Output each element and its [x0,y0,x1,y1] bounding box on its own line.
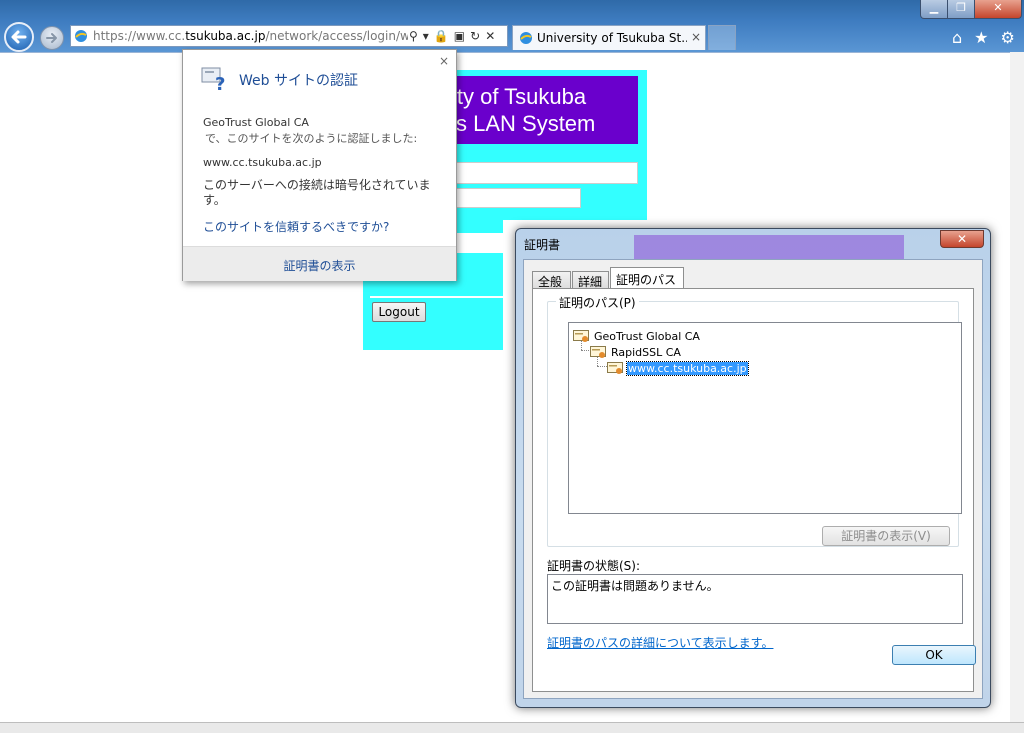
site-identification-popup: ? Web サイトの認証 × GeoTrust Global CA で、このサイ… [182,49,457,281]
tab-certification-path[interactable]: 証明のパス [610,267,684,289]
path-node-intermediate[interactable]: RapidSSL CA [590,344,682,360]
view-certificate-button[interactable]: 証明書の表示(V) [822,526,950,546]
tree-line [597,366,607,367]
minimize-button[interactable]: ▁ [920,0,948,19]
view-certificate-link[interactable]: 証明書の表示 [183,257,456,274]
browser-chrome: ▁ ❐ ✕ https://www.cc.tsukuba.ac.jp/netwo… [0,0,1024,53]
certificate-icon [607,361,623,374]
page-field-2[interactable] [455,188,581,208]
popup-title: Web サイトの認証 [239,73,358,89]
scrollbar[interactable] [1010,52,1024,722]
site-name: www.cc.tsukuba.ac.jp [203,156,322,169]
status-textbox[interactable]: この証明書は問題ありません。 [547,574,963,624]
compat-view-icon[interactable]: ▣ [454,28,465,44]
stop-icon[interactable]: ✕ [485,28,495,44]
issuer-name: GeoTrust Global CA [203,116,309,129]
favorites-star-icon[interactable]: ★ [974,28,988,47]
refresh-icon[interactable]: ↻ [470,28,480,44]
page-divider [370,296,503,298]
tab-details[interactable]: 詳細 [572,271,609,289]
dialog-title: 証明書 [524,238,561,252]
logout-button[interactable]: Logout [372,302,426,322]
gear-icon[interactable]: ⚙ [1001,28,1015,47]
ok-button[interactable]: OK [892,645,976,665]
address-bar[interactable]: https://www.cc.tsukuba.ac.jp/network/acc… [70,25,508,47]
certificate-icon [590,345,606,358]
certificate-path-tree[interactable]: GeoTrust Global CA RapidSSL CA www.cc.ts… [568,322,962,514]
certificate-question-icon: ? [201,67,225,91]
path-node-leaf[interactable]: www.cc.tsukuba.ac.jp [607,360,749,376]
address-text[interactable]: https://www.cc.tsukuba.ac.jp/network/acc… [93,29,408,43]
home-icon[interactable]: ⌂ [952,28,962,47]
svg-text:?: ? [215,74,225,91]
back-arrow-icon [11,30,27,44]
dropdown-icon[interactable]: ▾ [423,28,429,44]
issuer-description: で、このサイトを次のように認証しました: [205,132,418,145]
forward-arrow-icon [46,33,57,43]
maximize-button[interactable]: ❐ [947,0,975,19]
dialog-close-button[interactable]: ✕ [940,230,984,248]
status-bar [0,722,1024,733]
window-close-button[interactable]: ✕ [974,0,1022,19]
forward-button[interactable] [40,26,64,50]
status-text: この証明書は問題ありません。 [551,579,719,593]
certification-path-panel: 証明のパス(P) GeoTrust Global CA RapidSSL CA … [532,288,974,692]
path-node-root[interactable]: GeoTrust Global CA [573,328,701,344]
popup-close-icon[interactable]: × [439,54,449,68]
page-header-line1: ity of Tsukuba [452,84,587,109]
popup-footer: 証明書の表示 [183,246,456,281]
tab-close-icon[interactable]: × [691,30,701,44]
path-group-label: 証明のパス(P) [556,294,639,311]
ie-page-icon [520,32,532,44]
browser-tab[interactable]: University of Tsukuba St... × [512,25,706,50]
path-group: 証明のパス(P) GeoTrust Global CA RapidSSL CA … [547,294,962,547]
lock-icon[interactable]: 🔒 [434,28,449,44]
trust-site-link[interactable]: このサイトを信頼するべきですか? [203,218,389,235]
page-field-3 [455,233,503,253]
back-button[interactable] [4,22,34,52]
path-details-link[interactable]: 証明書のパスの詳細について表示します。 [547,634,773,651]
encryption-note: このサーバーへの接続は暗号化されています。 [203,178,431,207]
dialog-body: 全般 詳細 証明のパス 証明のパス(P) GeoTrust Global CA … [523,259,983,699]
new-tab-button[interactable] [708,25,736,50]
certificate-icon [573,329,589,342]
search-icon[interactable]: ⚲ [409,28,418,44]
page-field-1[interactable] [455,162,638,184]
status-label: 証明書の状態(S): [547,559,641,573]
tab-title: University of Tsukuba St... [537,31,687,45]
page-header-line2: s LAN System [456,111,596,136]
certificate-dialog: 証明書 ✕ 全般 詳細 証明のパス 証明のパス(P) GeoTrust Glob… [515,228,991,708]
tab-general[interactable]: 全般 [532,271,571,289]
ie-page-icon [75,30,87,42]
